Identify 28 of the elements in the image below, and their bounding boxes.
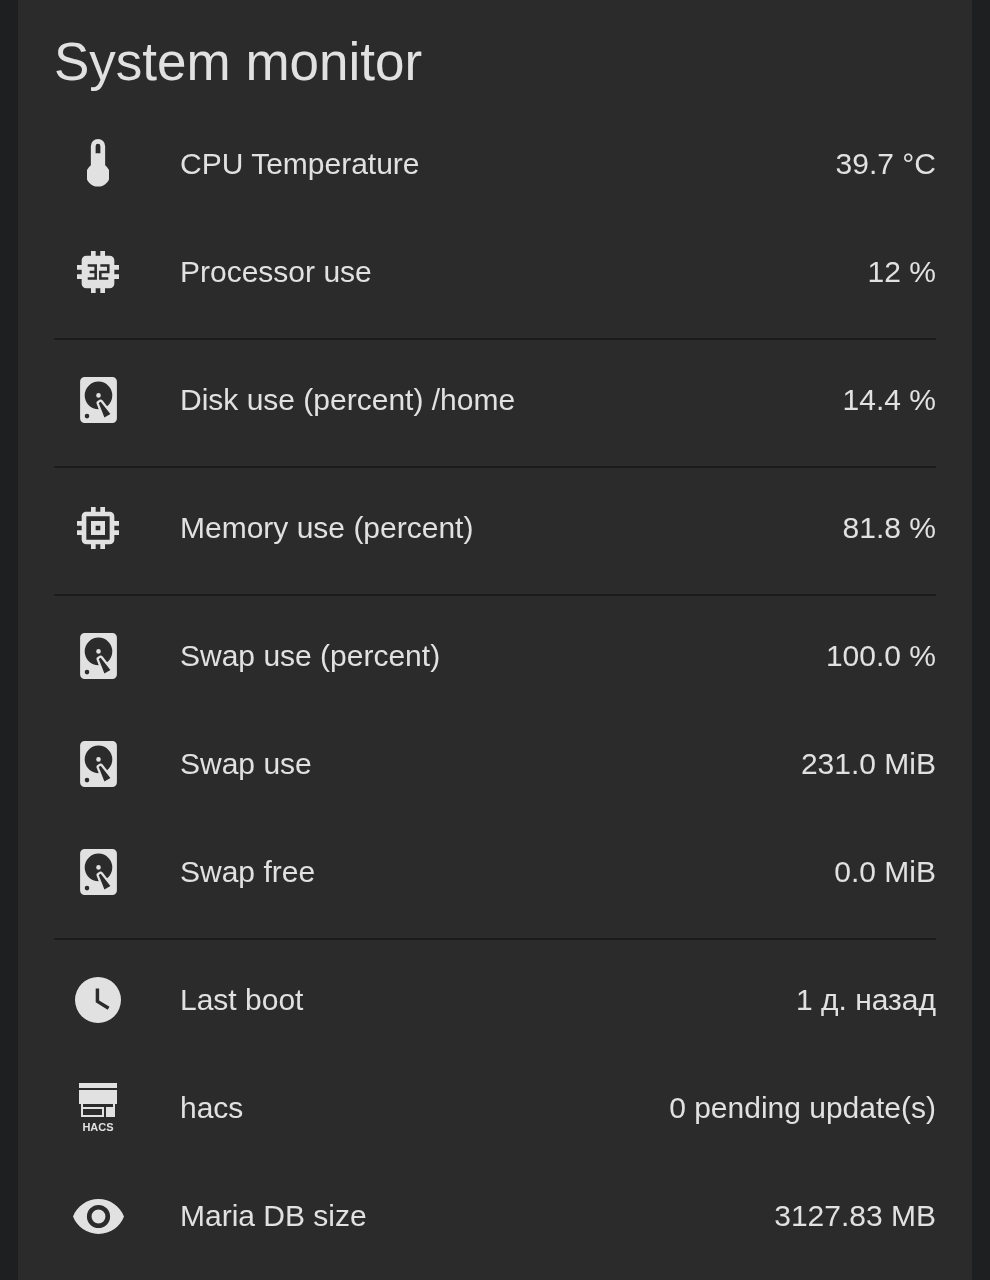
entity-value: 100.0 % <box>825 638 936 674</box>
entity-value: 12 % <box>867 254 936 290</box>
entity-value: 0 pending update(s) <box>669 1090 936 1126</box>
entity-name: Disk use (percent) /home <box>180 382 516 418</box>
clock-icon <box>75 977 121 1023</box>
entity-name: Memory use (percent) <box>180 510 474 546</box>
entity-value: 14.4 % <box>842 382 936 418</box>
chip-icon <box>77 251 119 293</box>
store-icon <box>79 1083 117 1119</box>
thermometer-icon <box>87 139 109 189</box>
entity-name: Swap use <box>180 746 312 782</box>
entity-value: 0.0 MiB <box>834 854 936 890</box>
entity-name: Swap free <box>180 854 316 890</box>
entity-value: 1 д. назад <box>795 982 936 1018</box>
entity-name: Last boot <box>180 982 304 1018</box>
logo-text: HACS <box>82 1121 114 1133</box>
entity-value: 3127.83 MB <box>774 1198 936 1234</box>
entity-value: 81.8 % <box>842 510 936 546</box>
entity-name: Maria DB size <box>180 1198 367 1234</box>
entity-name: Swap use (percent) <box>180 638 441 674</box>
entity-value: 39.7 °C <box>835 146 936 182</box>
entity-value: 231.0 MiB <box>800 746 936 782</box>
entity-name: hacs <box>180 1090 244 1126</box>
entity-name: Processor use <box>180 254 372 290</box>
card-title: System monitor <box>54 31 423 93</box>
entity-name: CPU Temperature <box>180 146 420 182</box>
chip-icon <box>77 507 119 549</box>
eye-icon <box>72 1198 124 1234</box>
